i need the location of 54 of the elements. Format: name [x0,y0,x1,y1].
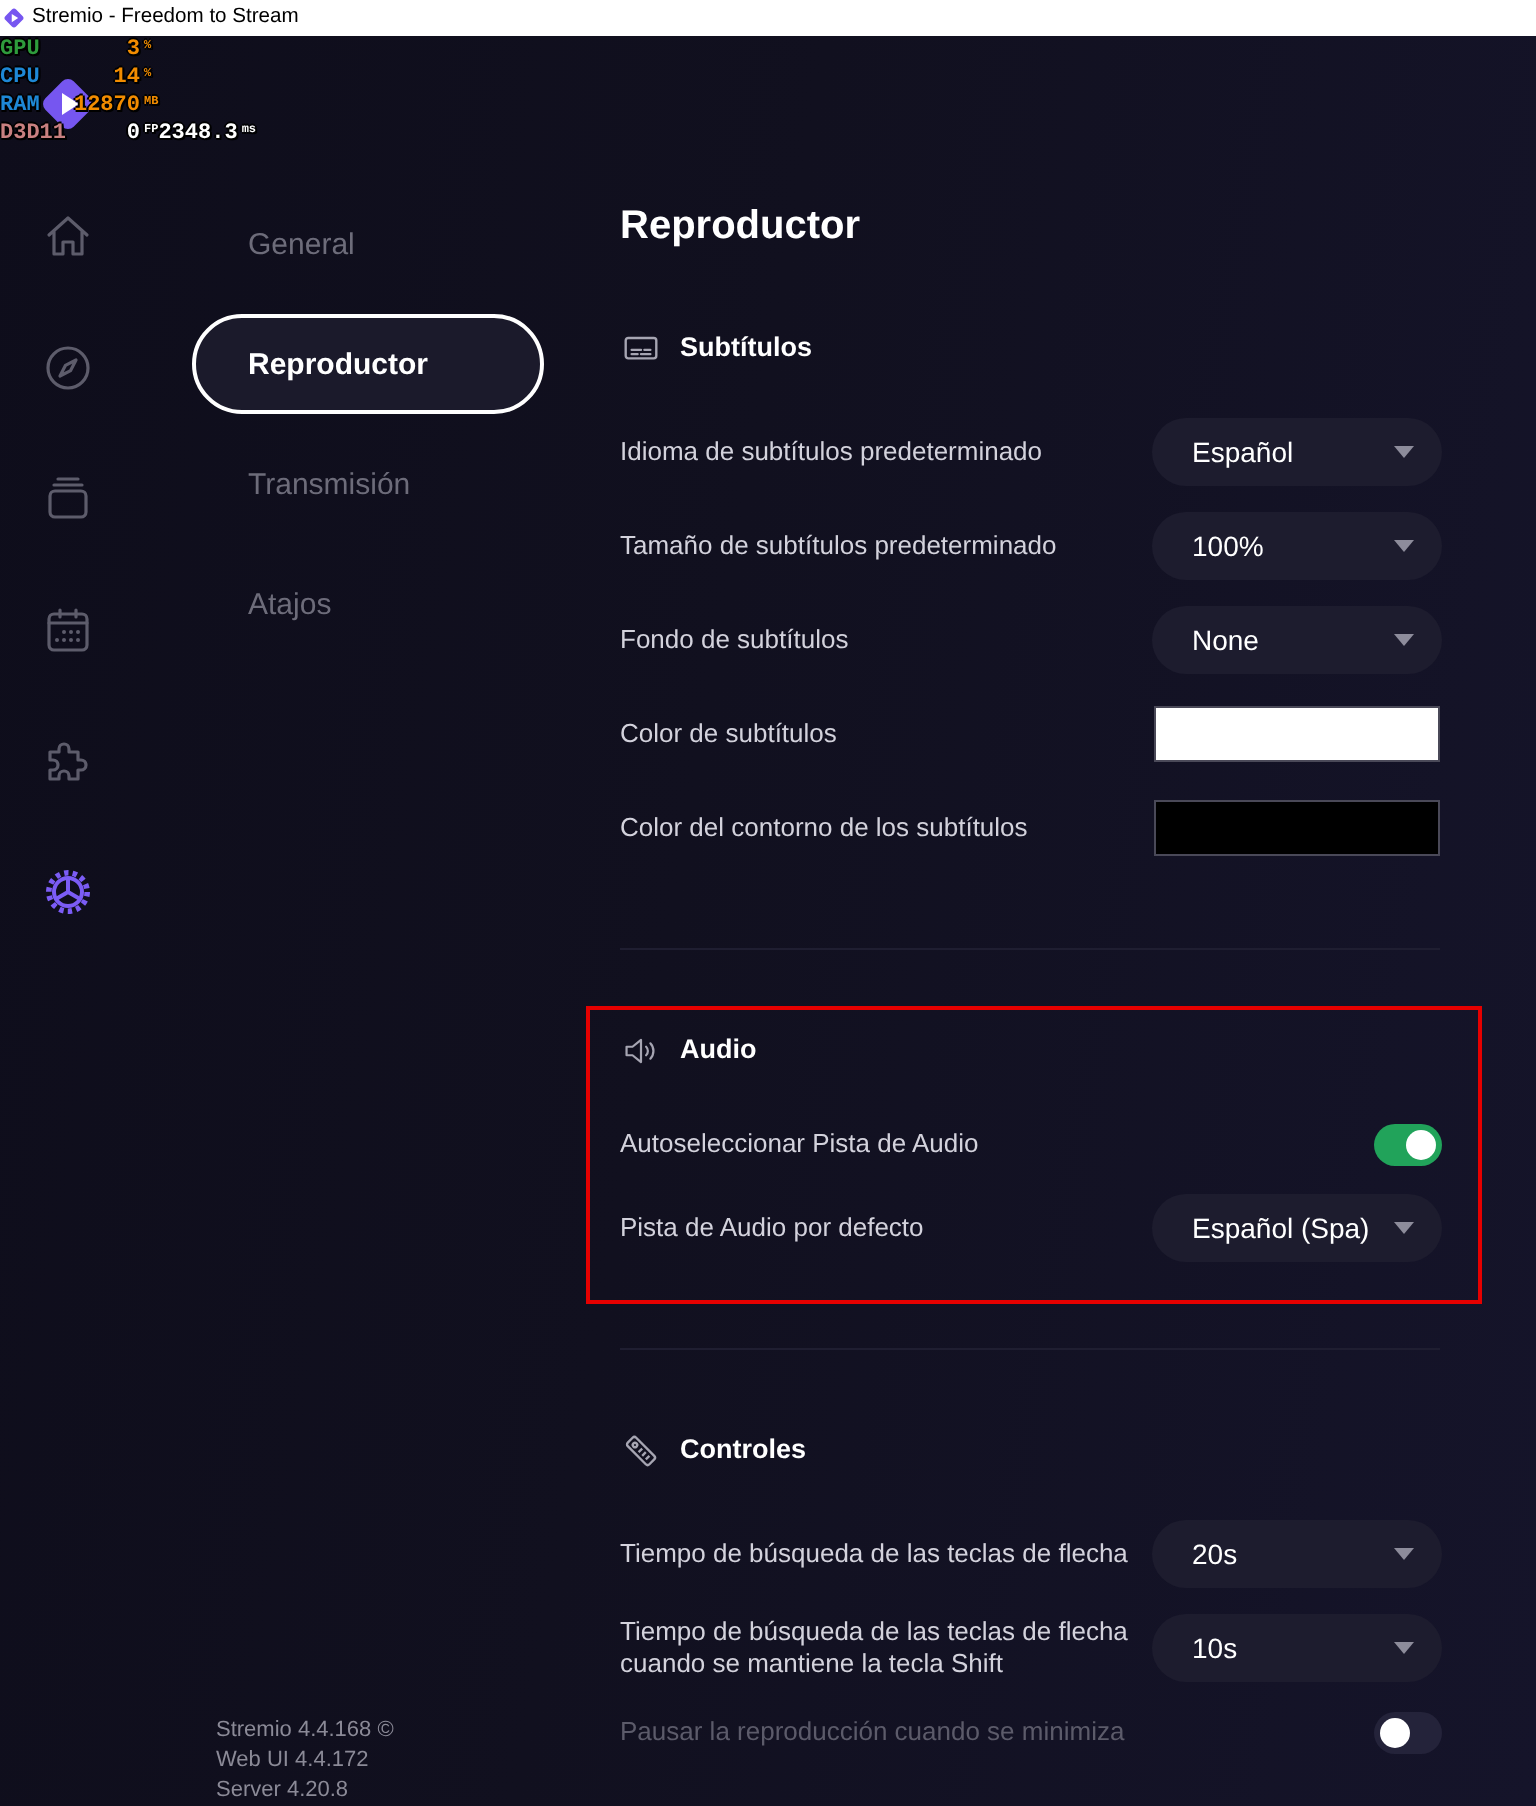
section-title: Subtítulos [680,330,812,366]
color-swatch[interactable] [1154,800,1440,856]
dropdown[interactable]: Español (Spa) [1152,1194,1442,1262]
osd-value: 3 [124,36,140,64]
settings-icon[interactable] [44,867,92,916]
settings-menu-item[interactable]: Transmisión [192,434,544,534]
caret-icon [1394,1222,1414,1234]
window-title: Stremio - Freedom to Stream [32,4,299,32]
caret-icon [1394,1642,1414,1654]
caret-icon [1394,446,1414,458]
calendar-icon[interactable] [44,605,92,654]
dropdown[interactable]: 20s [1152,1520,1442,1588]
settings-menu-item[interactable]: General [192,194,544,294]
setting-label: Pausar la reproducción cuando se minimiza [620,1716,1125,1748]
section-title: Controles [680,1432,807,1468]
compass-icon[interactable] [44,343,92,392]
setting-label: Tamaño de subtítulos predeterminado [620,530,1057,562]
dropdown[interactable]: Español [1152,418,1442,486]
osd-label: GPU [0,36,42,64]
home-icon[interactable] [44,212,92,260]
dropdown[interactable]: 10s [1152,1614,1442,1682]
puzzle-icon[interactable] [44,736,92,785]
setting-label: Pista de Audio por defecto [620,1212,924,1244]
osd-label: D3D11 [0,120,68,148]
subtitles-icon [624,331,658,365]
osd-label: CPU [0,64,42,92]
setting-label: Color de subtítulos [620,718,837,750]
page-title: Reproductor [620,202,860,252]
settings-menu-item[interactable]: Reproductor [192,314,544,414]
version-text: Web UI 4.4.172 [216,1746,371,1776]
setting-label: Idioma de subtítulos predeterminado [620,436,1043,468]
caret-icon [1394,634,1414,646]
remote-control-icon [624,1433,658,1467]
setting-label: Fondo de subtítulos [620,624,849,656]
osd-value: 0 [124,120,140,148]
settings-menu-item[interactable]: Atajos [192,554,544,654]
caret-icon [1394,1548,1414,1560]
speaker-icon [624,1033,658,1067]
toggle-switch[interactable] [1374,1123,1442,1165]
dropdown[interactable]: None [1152,606,1442,674]
stacked-cards-icon[interactable] [44,474,92,523]
setting-label: Tiempo de búsqueda de las teclas de flecha [620,1538,1128,1570]
section-title: Audio [680,1032,757,1068]
osd-value: 2348.3 [158,120,238,148]
color-swatch[interactable] [1154,706,1440,762]
dropdown[interactable]: 100% [1152,512,1442,580]
setting-label: Tiempo de búsqueda de las teclas de flecha cuando se mantiene la tecla Shift [620,1616,1130,1680]
osd-label: RAM [0,92,42,120]
version-text: Server 4.20.8 [216,1776,351,1806]
setting-label: Autoseleccionar Pista de Audio [620,1128,979,1160]
setting-label: Color del contorno de los subtítulos [620,812,1028,844]
version-text: Stremio 4.4.168 © [216,1716,396,1746]
caret-icon [1394,540,1414,552]
osd-value: 14 [111,64,140,92]
